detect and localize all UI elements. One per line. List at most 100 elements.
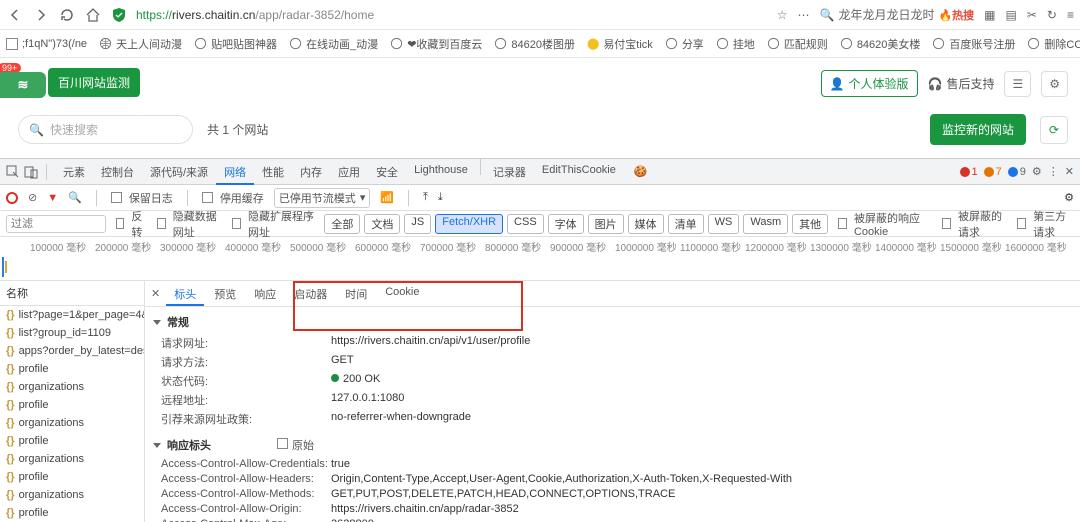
detail-tab[interactable]: 预览 [206, 282, 244, 306]
hide-ext-urls-checkbox[interactable]: 隐藏扩展程序网址 [232, 208, 314, 240]
more-icon[interactable]: ⋯ [798, 8, 810, 22]
request-row[interactable]: {}list?page=1&per_page=4&i… [0, 306, 144, 324]
request-row[interactable]: {}list?group_id=1109 [0, 324, 144, 342]
bookmark-item[interactable]: 匹配规则 [767, 36, 828, 52]
general-section-header[interactable]: 常规 [153, 311, 1072, 333]
qr-icon[interactable]: ▤ [1006, 8, 1017, 22]
detail-tab[interactable]: 标头 [166, 282, 204, 306]
detail-tab[interactable]: Cookie [377, 282, 427, 306]
devtools-tab-0[interactable]: 元素 [55, 159, 93, 185]
type-filter-pill[interactable]: 字体 [548, 214, 584, 234]
address-bar[interactable]: https://rivers.chaitin.cn/app/radar-3852… [136, 8, 436, 22]
add-monitor-button[interactable]: 监控新的网站 [930, 114, 1026, 145]
bookmark-item[interactable]: 84620美女楼 [840, 36, 921, 52]
history-icon[interactable]: ↻ [1047, 8, 1057, 22]
detail-body[interactable]: 常规 请求网址:https://rivers.chaitin.cn/api/v1… [145, 307, 1080, 522]
gear-icon[interactable]: ⚙ [1064, 191, 1074, 204]
request-row[interactable]: {}profile [0, 468, 144, 486]
network-timeline[interactable]: 100000 毫秒200000 毫秒300000 毫秒400000 毫秒5000… [0, 237, 1080, 281]
type-filter-pill[interactable]: 全部 [324, 214, 360, 234]
bookmark-item[interactable]: ⬤易付宝tick [587, 36, 653, 52]
request-row[interactable]: {}profile [0, 396, 144, 414]
devtools-tab-7[interactable]: 安全 [368, 159, 406, 185]
gear-icon[interactable]: ⚙ [1032, 165, 1042, 178]
request-row[interactable]: {}profile [0, 504, 144, 522]
detail-tab[interactable]: 时间 [337, 282, 375, 306]
hide-data-urls-checkbox[interactable]: 隐藏数据网址 [157, 208, 222, 240]
kebab-icon[interactable]: ⋮ [1048, 165, 1059, 178]
bookmark-item[interactable]: ;f1qN")73(/ne [6, 38, 87, 50]
bookmark-item[interactable]: 百度账号注册 [932, 36, 1015, 52]
type-filter-pill[interactable]: 媒体 [628, 214, 664, 234]
bookmark-item[interactable]: 挂地 [716, 36, 755, 52]
page-search-input[interactable]: 🔍 快速搜索 [18, 115, 193, 144]
preserve-log-checkbox[interactable]: 保留日志 [111, 190, 173, 206]
request-row[interactable]: {}organizations [0, 378, 144, 396]
disable-cache-checkbox[interactable]: 停用缓存 [202, 190, 264, 206]
blocked-cookies-checkbox[interactable]: 被屏蔽的响应 Cookie [838, 210, 932, 238]
devtools-tab-1[interactable]: 控制台 [93, 159, 142, 185]
request-row[interactable]: {}organizations [0, 486, 144, 504]
devtools-tab-4[interactable]: 性能 [254, 159, 292, 185]
edit-cookie-icon[interactable]: 🍪 [634, 165, 648, 179]
bookmark-item[interactable]: 天上人间动漫 [99, 36, 182, 52]
type-filter-pill[interactable]: Fetch/XHR [435, 214, 503, 234]
device-mode-icon[interactable] [24, 165, 38, 179]
type-filter-pill[interactable]: 其他 [792, 214, 828, 234]
raw-checkbox[interactable] [277, 438, 288, 449]
close-icon[interactable]: ✕ [1065, 165, 1074, 178]
notes-button[interactable]: ☰ [1004, 71, 1031, 97]
home-button[interactable] [84, 6, 102, 24]
type-filter-pill[interactable]: JS [404, 214, 431, 234]
devtools-issues[interactable]: 1 7 9 ⚙ ⋮ ✕ [960, 165, 1074, 178]
request-row[interactable]: {}organizations [0, 414, 144, 432]
apps-grid-icon[interactable]: ▦ [984, 8, 995, 22]
throttling-select[interactable]: 已停用节流模式▾ [274, 188, 371, 208]
back-button[interactable] [6, 6, 24, 24]
site-security-icon[interactable] [110, 6, 128, 24]
devtools-tab-9[interactable]: 记录器 [485, 159, 534, 185]
page-title-chip[interactable]: 百川网站监测 [48, 68, 140, 97]
type-filter-pill[interactable]: 清单 [668, 214, 704, 234]
request-row[interactable]: {}profile [0, 432, 144, 450]
invert-checkbox[interactable]: 反转 [116, 208, 147, 240]
type-filter-pill[interactable]: Wasm [743, 214, 788, 234]
request-row[interactable]: {}organizations [0, 450, 144, 468]
inspect-icon[interactable] [6, 165, 20, 179]
type-filter-pill[interactable]: 文档 [364, 214, 400, 234]
brand-logo[interactable]: ≋ [0, 72, 46, 98]
close-detail-icon[interactable]: ✕ [151, 287, 160, 300]
wifi-icon[interactable]: 📶 [380, 191, 394, 204]
record-button[interactable] [6, 192, 18, 204]
devtools-tab-3[interactable]: 网络 [216, 159, 254, 185]
type-filter-pill[interactable]: 图片 [588, 214, 624, 234]
star-icon[interactable]: ☆ [777, 8, 788, 22]
upload-icon[interactable]: ⤒ [423, 191, 428, 204]
devtools-tab-10[interactable]: EditThisCookie [534, 159, 624, 185]
devtools-tab-5[interactable]: 内存 [292, 159, 330, 185]
download-icon[interactable]: ⤓ [438, 191, 443, 204]
filter-funnel-icon[interactable]: ▼ [47, 192, 58, 204]
request-row[interactable]: {}profile [0, 360, 144, 378]
request-list-header[interactable]: 名称 [0, 281, 144, 306]
scissors-icon[interactable]: ✂ [1027, 8, 1037, 22]
bookmark-item[interactable]: ❤收藏到百度云 [390, 36, 482, 52]
devtools-tab-6[interactable]: 应用 [330, 159, 368, 185]
browser-search-box[interactable]: 🔍 龙年龙月龙日龙时 🔥热搜 [820, 6, 975, 23]
personal-edition-button[interactable]: 👤个人体验版 [821, 70, 918, 97]
refresh-button[interactable]: ⟳ [1040, 116, 1068, 144]
bookmark-item[interactable]: 分享 [665, 36, 704, 52]
network-filter-input[interactable] [6, 215, 106, 233]
blocked-requests-checkbox[interactable]: 被屏蔽的请求 [942, 208, 1007, 240]
search-icon[interactable]: 🔍 [68, 191, 82, 204]
bookmark-item[interactable]: 贴吧贴图神器 [194, 36, 277, 52]
devtools-tab-8[interactable]: Lighthouse [406, 159, 476, 185]
stop-icon[interactable]: ⊘ [28, 191, 37, 204]
bookmark-item[interactable]: 84620楼图册 [494, 36, 575, 52]
menu-icon[interactable]: ≡ [1067, 8, 1074, 22]
request-row[interactable]: {}apps?order_by_latest=desc [0, 342, 144, 360]
detail-tab[interactable]: 启动器 [286, 282, 335, 306]
third-party-checkbox[interactable]: 第三方请求 [1017, 208, 1074, 240]
type-filter-pill[interactable]: WS [708, 214, 740, 234]
settings-button[interactable]: ⚙ [1041, 71, 1068, 97]
